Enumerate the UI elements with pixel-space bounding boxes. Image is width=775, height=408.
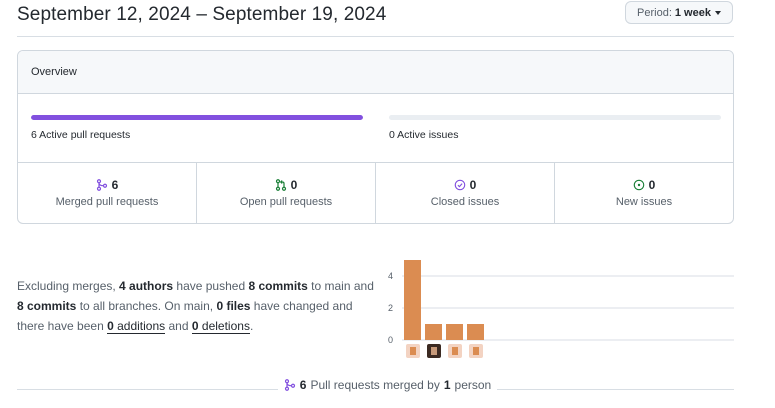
contributor-bar[interactable] xyxy=(446,324,463,340)
summary-text: to main and xyxy=(307,279,374,293)
y-tick-label: 2 xyxy=(388,303,393,313)
commit-summary: Excluding merges, 4 authors have pushed … xyxy=(17,276,377,336)
git-pull-request-icon xyxy=(275,179,286,191)
overview-header: Overview xyxy=(18,51,733,94)
issue-closed-icon xyxy=(454,179,465,191)
caret-down-icon xyxy=(714,10,721,15)
stat-label: New issues xyxy=(615,196,673,208)
period-prefix: Period: xyxy=(637,6,672,19)
title-divider xyxy=(17,36,734,37)
period-dropdown-button[interactable]: Period: 1 week xyxy=(625,1,733,24)
stats-row: 6 Merged pull requests 0 Open pull reque… xyxy=(18,163,733,223)
contributor-bar[interactable] xyxy=(425,324,442,340)
additions-word: additions xyxy=(117,319,166,333)
deletions-word: deletions xyxy=(201,319,250,333)
contributors-bar-chart: 0 2 4 xyxy=(388,260,734,358)
summary-text: and xyxy=(168,319,189,333)
stat-count: 0 xyxy=(469,178,477,192)
git-merge-icon xyxy=(284,379,295,391)
contributor-bar[interactable] xyxy=(404,260,421,340)
page-title: September 12, 2024 – September 19, 2024 xyxy=(17,4,387,25)
period-value: 1 week xyxy=(674,6,711,19)
person-word: person xyxy=(454,378,492,392)
y-tick-label: 0 xyxy=(388,335,393,345)
stat-count: 0 xyxy=(648,178,656,192)
issue-opened-icon xyxy=(633,179,644,191)
person-count: 1 xyxy=(443,378,451,392)
pull-requests-progress-fill xyxy=(31,115,363,120)
stat-count: 0 xyxy=(290,178,298,192)
avatar[interactable] xyxy=(427,344,441,358)
active-issues-link[interactable]: 0 Active issues xyxy=(389,129,458,141)
overview-box: Overview 6 Active pull requests 0 Active… xyxy=(17,50,734,224)
deletions-link[interactable]: 0 deletions xyxy=(191,319,250,334)
stat-label: Open pull requests xyxy=(239,196,333,208)
merged-prs-count: 6 xyxy=(299,378,307,392)
stat-new-issues[interactable]: 0 New issues xyxy=(555,163,733,223)
stat-closed-issues[interactable]: 0 Closed issues xyxy=(376,163,555,223)
summary-text: to all branches. On main, xyxy=(76,299,217,313)
authors-count: 4 authors xyxy=(119,279,174,293)
y-tick-label: 4 xyxy=(388,271,393,281)
files-count: 0 files xyxy=(216,299,251,313)
additions-link[interactable]: 0 additions xyxy=(107,319,166,334)
activity-bars-row: 6 Active pull requests 0 Active issues xyxy=(18,94,733,163)
overview-title: Overview xyxy=(31,66,77,78)
merged-prs-text: Pull requests merged by xyxy=(310,378,440,392)
merged-prs-footer: 6 Pull requests merged by 1 person xyxy=(0,378,775,394)
summary-text: Excluding merges, xyxy=(17,279,120,293)
avatar[interactable] xyxy=(448,344,462,358)
summary-text: have pushed xyxy=(173,279,249,293)
stat-count: 6 xyxy=(111,178,119,192)
git-merge-icon xyxy=(96,179,107,191)
stat-label: Closed issues xyxy=(430,196,500,208)
avatar[interactable] xyxy=(469,344,483,358)
deletions-count: 0 xyxy=(191,319,199,333)
commits-all-count: 8 commits xyxy=(17,299,77,313)
active-pull-requests-link[interactable]: 6 Active pull requests xyxy=(31,129,130,141)
commits-main-count: 8 commits xyxy=(248,279,308,293)
contributor-bar[interactable] xyxy=(467,324,484,340)
issues-progress-bar xyxy=(389,115,721,120)
stat-label: Merged pull requests xyxy=(55,196,159,208)
stat-merged-pull-requests[interactable]: 6 Merged pull requests xyxy=(18,163,197,223)
pull-requests-progress-bar xyxy=(31,115,363,120)
stat-open-pull-requests[interactable]: 0 Open pull requests xyxy=(197,163,376,223)
avatar[interactable] xyxy=(406,344,420,358)
additions-count: 0 xyxy=(107,319,114,333)
summary-text: . xyxy=(249,319,254,333)
